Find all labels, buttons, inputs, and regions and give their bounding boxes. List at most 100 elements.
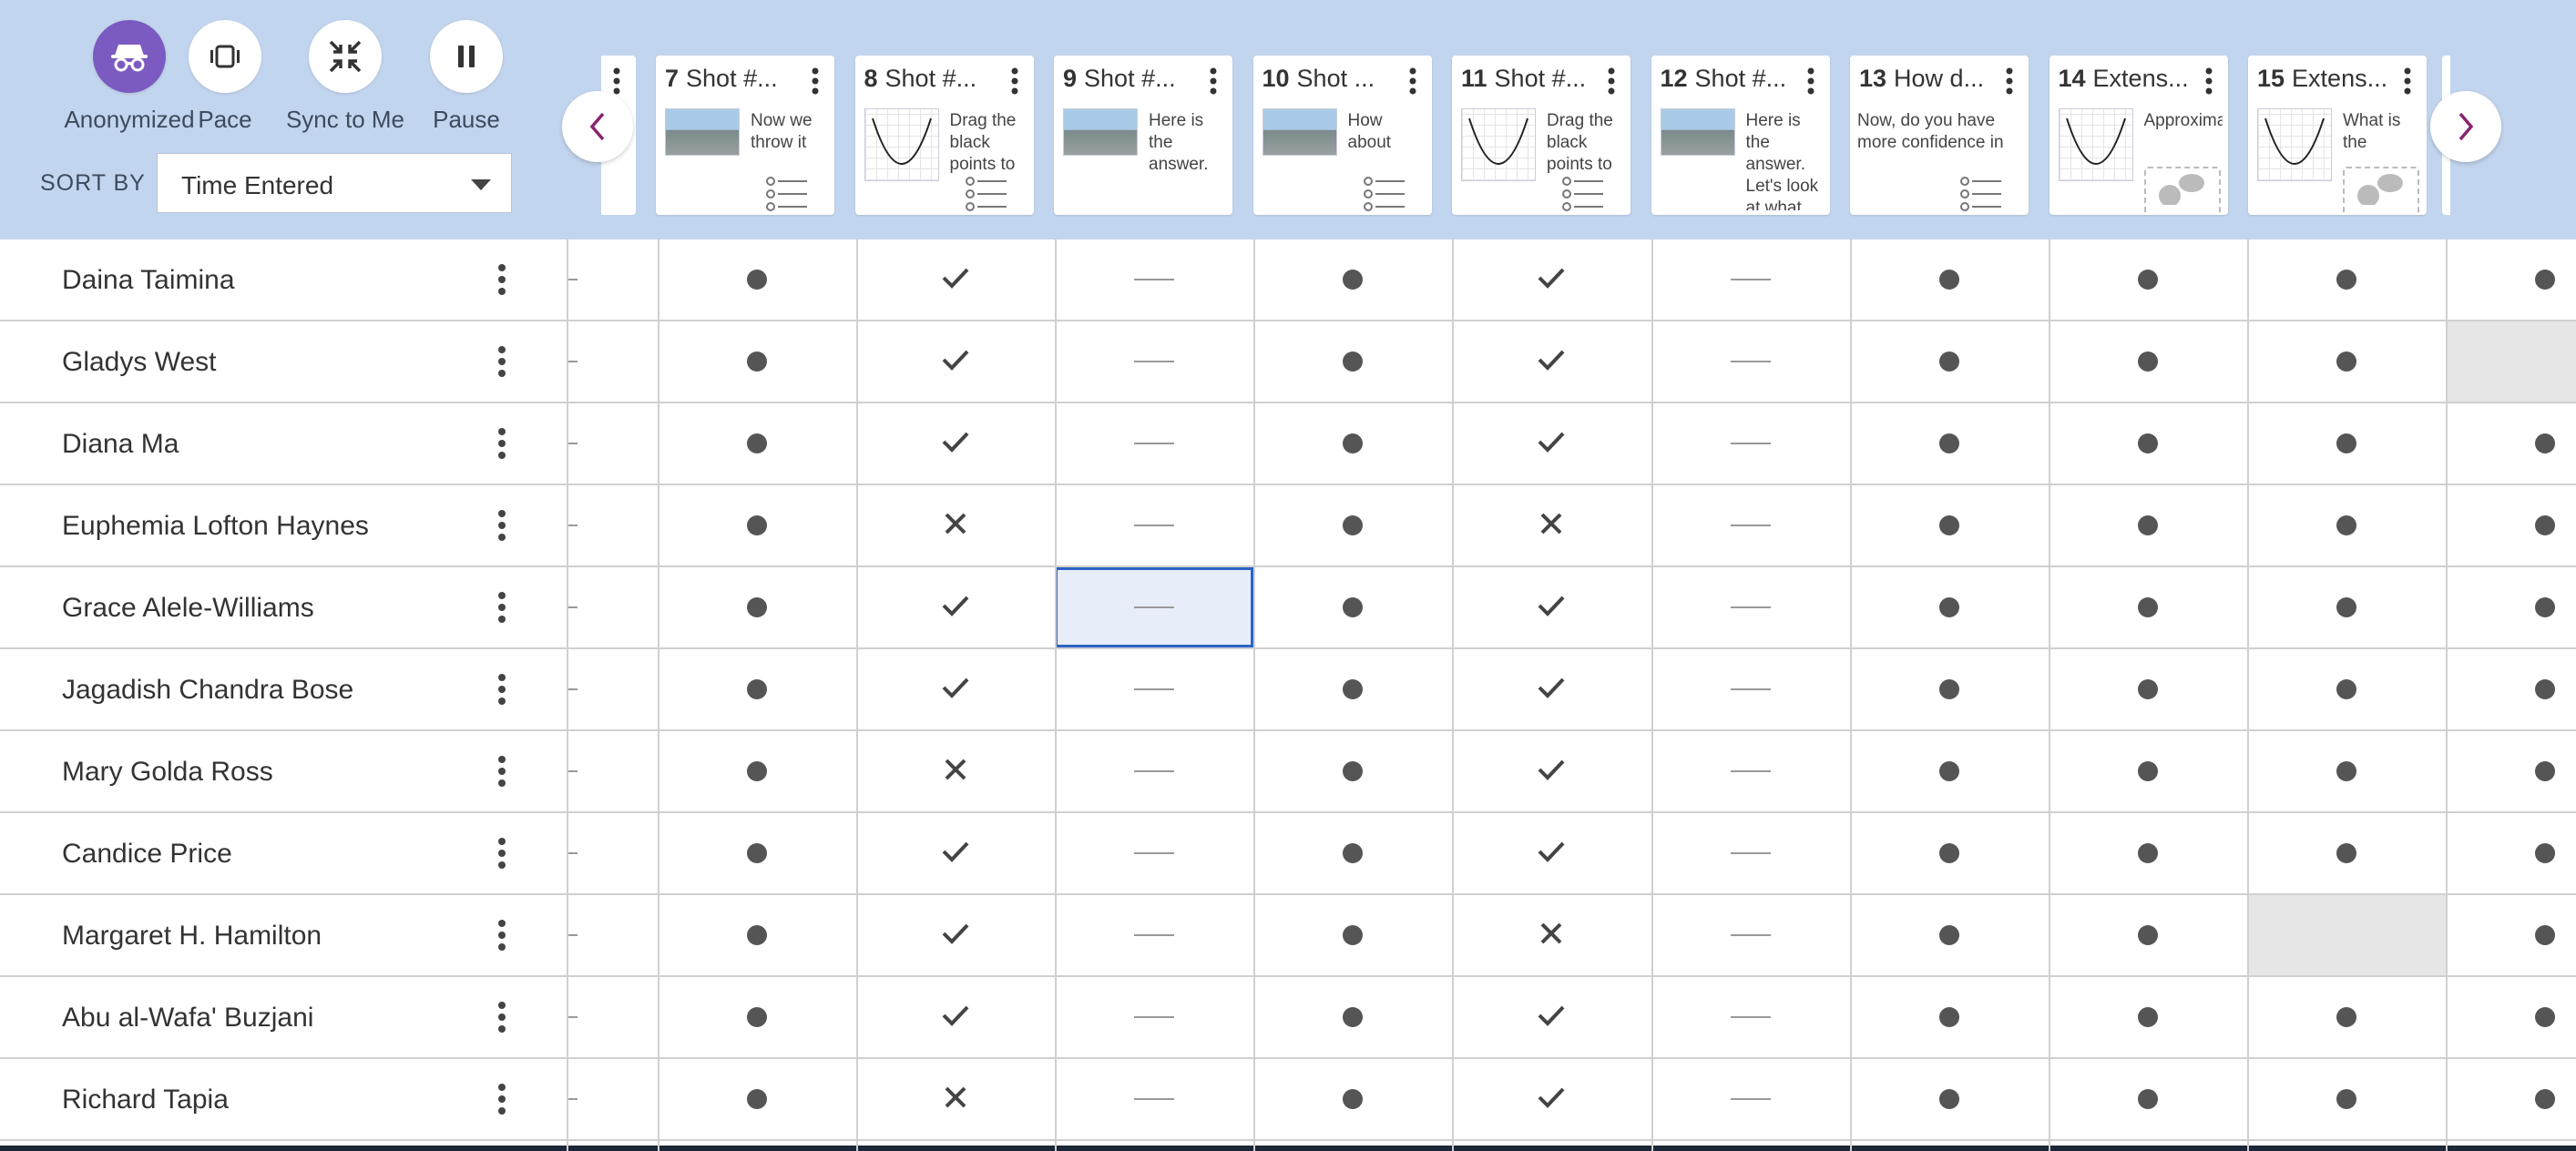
student-menu-icon[interactable] [496,427,507,464]
status-viewed-cell[interactable] [1253,403,1452,484]
sync-collapse-icon[interactable] [309,20,382,93]
student-row[interactable]: Grace Alele-Williams [0,567,2576,649]
status-viewed-cell[interactable] [1253,649,1452,729]
status-viewed-cell[interactable] [658,813,856,893]
screen-card[interactable]: 15 Extens... What is the [2248,56,2427,215]
status-correct-cell[interactable] [1452,321,1651,402]
pace-icon[interactable] [189,20,261,93]
status-viewed-cell[interactable] [2049,567,2247,647]
status-viewed-cell[interactable] [658,239,856,320]
kebab-menu-icon[interactable] [2005,67,2014,99]
student-name[interactable]: Margaret H. Hamilton [62,921,322,952]
kebab-menu-icon[interactable] [811,67,820,99]
status-incorrect-cell[interactable] [856,485,1055,565]
status-viewed-cell[interactable] [1850,649,2049,729]
status-no-response-cell[interactable] [1055,321,1253,402]
status-correct-cell[interactable] [856,321,1055,402]
status-viewed-cell[interactable] [658,567,856,647]
student-menu-icon[interactable] [496,755,507,792]
student-name[interactable]: Candice Price [62,839,232,870]
status-no-response-cell[interactable] [1651,977,1850,1057]
student-row[interactable]: Daina Taimina [0,239,2576,321]
status-viewed-cell[interactable] [1253,1059,1452,1139]
status-viewed-cell[interactable] [2247,977,2446,1057]
status-no-response-cell[interactable] [1651,813,1850,893]
scroll-left-button[interactable] [562,91,633,162]
status-viewed-cell[interactable] [1253,895,1452,975]
status-viewed-cell[interactable] [658,895,856,975]
status-no-response-cell[interactable] [1055,977,1253,1057]
status-correct-cell[interactable] [1452,977,1651,1057]
status-viewed-cell[interactable] [2446,403,2576,484]
status-viewed-cell[interactable] [1253,485,1452,565]
status-viewed-cell[interactable] [1850,977,2049,1057]
student-name[interactable]: Richard Tapia [62,1085,229,1115]
status-viewed-cell[interactable] [2247,649,2446,729]
status-viewed-cell[interactable] [2446,731,2576,811]
status-no-response-cell[interactable] [1651,1059,1850,1139]
student-menu-icon[interactable] [496,1001,507,1038]
status-viewed-cell[interactable] [2247,1059,2446,1139]
status-correct-cell[interactable] [1452,1059,1651,1139]
status-no-response-cell[interactable] [1055,813,1253,893]
status-correct-cell[interactable] [856,403,1055,484]
status-viewed-cell[interactable] [1850,321,2049,402]
kebab-menu-icon[interactable] [1209,67,1218,99]
pause-control[interactable]: Pause [394,20,539,134]
status-no-response-cell[interactable] [1651,239,1850,320]
status-not-visited-cell[interactable] [2246,895,2446,975]
status-viewed-cell[interactable] [2049,977,2247,1057]
status-no-response-cell[interactable] [1651,731,1850,811]
status-viewed-cell[interactable] [2446,567,2576,647]
kebab-menu-icon[interactable] [1806,67,1815,99]
status-viewed-cell[interactable] [1850,731,2049,811]
status-viewed-cell[interactable] [2247,321,2446,402]
kebab-menu-icon[interactable] [2403,67,2412,99]
status-no-response-cell[interactable] [1651,895,1850,975]
status-viewed-cell[interactable] [2049,239,2247,320]
kebab-menu-icon[interactable] [1408,67,1417,99]
student-name[interactable]: Abu al-Wafa' Buzjani [62,1003,313,1034]
pause-icon[interactable] [430,20,503,93]
sort-by-select[interactable]: Time Entered [157,153,512,213]
student-menu-icon[interactable] [496,591,507,628]
status-viewed-cell[interactable] [1850,1059,2049,1139]
student-menu-icon[interactable] [496,263,507,300]
status-viewed-cell[interactable] [2049,731,2247,811]
status-viewed-cell[interactable] [2049,813,2247,893]
status-viewed-cell[interactable] [1253,239,1452,320]
status-viewed-cell[interactable] [1253,567,1452,647]
student-menu-icon[interactable] [496,673,507,710]
status-viewed-cell[interactable] [2049,1059,2247,1139]
status-no-response-cell[interactable] [1055,649,1253,729]
status-viewed-cell[interactable] [1850,485,2049,565]
screen-card[interactable]: 11 Shot #... Drag the black points to [1452,56,1630,215]
status-viewed-cell[interactable] [1850,895,2049,975]
selected-cell[interactable] [1055,567,1254,647]
student-name[interactable]: Grace Alele-Williams [62,593,314,624]
screen-card[interactable]: 12 Shot #... Here is the answer. Let's loo… [1651,56,1830,215]
status-viewed-cell[interactable] [2446,813,2576,893]
status-no-response-cell[interactable] [1055,485,1253,565]
status-viewed-cell[interactable] [2446,485,2576,565]
status-viewed-cell[interactable] [2446,895,2576,975]
status-correct-cell[interactable] [1452,649,1651,729]
status-viewed-cell[interactable] [2247,485,2446,565]
status-viewed-cell[interactable] [2446,977,2576,1057]
student-name[interactable]: Euphemia Lofton Haynes [62,511,369,542]
student-row[interactable]: Gladys West [0,321,2576,403]
scroll-right-button[interactable] [2430,91,2501,162]
status-correct-cell[interactable] [856,813,1055,893]
status-viewed-cell[interactable] [1253,731,1452,811]
status-correct-cell[interactable] [1452,239,1651,320]
student-name[interactable]: Mary Golda Ross [62,757,273,788]
student-name[interactable]: Gladys West [62,347,217,378]
student-name[interactable]: Diana Ma [62,429,179,460]
student-row[interactable]: Richard Tapia [0,1059,2576,1141]
status-incorrect-cell[interactable] [1452,895,1651,975]
status-no-response-cell[interactable] [1055,1059,1253,1139]
status-viewed-cell[interactable] [658,403,856,484]
status-viewed-cell[interactable] [2049,895,2247,975]
status-viewed-cell[interactable] [1253,813,1452,893]
status-viewed-cell[interactable] [658,485,856,565]
